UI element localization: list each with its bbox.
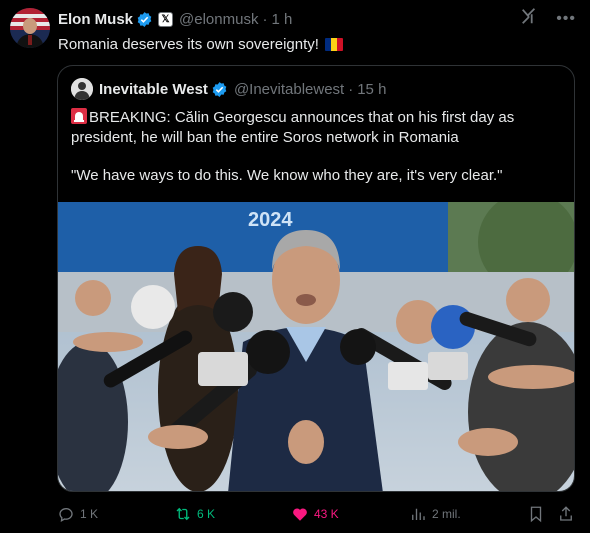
repost-button[interactable]: 6 K xyxy=(174,505,215,523)
post[interactable]: Elon Musk 𝕏 @elonmusk · 1 h ••• Romania … xyxy=(0,0,590,533)
quoted-post-time[interactable]: 15 h xyxy=(357,81,386,98)
grok-icon[interactable] xyxy=(520,7,538,30)
separator: · xyxy=(262,10,268,28)
banner-text: 2024 xyxy=(248,209,293,231)
views-button[interactable]: 2 mil. xyxy=(409,505,461,523)
affiliate-badge-icon: 𝕏 xyxy=(158,11,174,27)
quoted-paragraph-1: BREAKING: Călin Georgescu announces that… xyxy=(71,109,515,146)
post-header: Elon Musk 𝕏 @elonmusk · 1 h xyxy=(58,9,292,29)
repost-icon xyxy=(176,507,190,521)
separator: · xyxy=(348,80,354,98)
top-right-controls: ••• xyxy=(520,7,576,30)
author-avatar[interactable] xyxy=(10,8,50,48)
action-bar: 1 K 6 K 43 K 2 mil. xyxy=(57,505,577,525)
quoted-post[interactable]: Inevitable West @Inevitablewest · 15 h B… xyxy=(57,65,575,492)
quoted-paragraph-2: "We have ways to do this. We know who th… xyxy=(71,167,503,184)
reply-button[interactable]: 1 K xyxy=(57,505,98,523)
reply-count: 1 K xyxy=(80,507,99,521)
quoted-post-header: Inevitable West @Inevitablewest · 15 h xyxy=(99,79,386,99)
post-time[interactable]: 1 h xyxy=(271,11,292,28)
views-count: 2 mil. xyxy=(432,507,461,521)
like-button[interactable]: 43 K xyxy=(291,505,339,523)
bookmark-button[interactable] xyxy=(527,505,545,523)
reply-icon xyxy=(59,508,73,523)
quoted-author-name[interactable]: Inevitable West xyxy=(99,81,208,98)
verified-badge-icon xyxy=(211,81,228,98)
siren-icon xyxy=(71,108,87,124)
quoted-post-text: BREAKING: Călin Georgescu announces that… xyxy=(71,108,563,186)
share-button[interactable] xyxy=(557,505,575,523)
quoted-author-avatar[interactable] xyxy=(71,78,93,100)
more-options-icon[interactable]: ••• xyxy=(556,10,576,28)
heart-icon xyxy=(293,508,307,521)
quoted-paragraph-breaking: BREAKING: Călin Georgescu announces that… xyxy=(71,108,563,148)
bookmark-icon xyxy=(530,506,542,523)
repost-count: 6 K xyxy=(197,507,216,521)
quoted-author-handle[interactable]: @Inevitablewest xyxy=(234,81,344,98)
post-text-content: Romania deserves its own sovereignty! xyxy=(58,36,319,53)
author-handle[interactable]: @elonmusk xyxy=(179,11,258,28)
author-name[interactable]: Elon Musk xyxy=(58,11,133,28)
verified-badge-icon xyxy=(136,11,153,28)
share-icon xyxy=(560,506,572,521)
press-photo[interactable]: 2024 xyxy=(58,202,574,491)
post-text: Romania deserves its own sovereignty! xyxy=(58,35,343,55)
romania-flag-icon xyxy=(324,38,343,51)
like-count: 43 K xyxy=(314,507,339,521)
views-icon xyxy=(412,508,425,520)
